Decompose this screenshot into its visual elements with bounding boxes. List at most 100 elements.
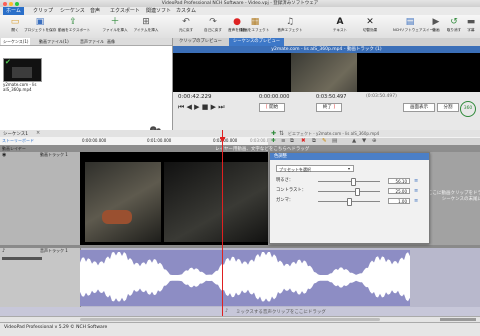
cancel-icon: ↺: [450, 17, 458, 27]
insert-file-button[interactable]: ＋ファイルを挿入: [100, 16, 130, 37]
keyframe-icon[interactable]: ≡: [414, 177, 418, 185]
media-bin: シーケンス(1) 動画ファイル(1) 音声ファイル 画像 ✔ y2mate.co…: [0, 38, 173, 139]
export-video-icon: ⇪: [69, 17, 77, 27]
tab-export[interactable]: エクスポート: [107, 7, 143, 15]
tab-sequence-preview[interactable]: シーケンスのプレビュー: [229, 38, 285, 46]
subtitle-icon: ▬: [466, 17, 476, 27]
more-icon[interactable]: ⊕: [372, 138, 377, 144]
tab-related[interactable]: 関連ソフト: [143, 7, 174, 15]
play-icon[interactable]: ▶: [194, 103, 199, 111]
keyframe-icon[interactable]: ≡: [414, 187, 418, 195]
audio-track-speaker-icon[interactable]: ♪: [2, 248, 5, 254]
video-track-header: 動画トラック 1 ◉: [0, 152, 81, 245]
audio-track-label: 音声トラック 1: [40, 248, 68, 253]
slider-knob[interactable]: [350, 178, 356, 186]
bin-tab-sequences[interactable]: シーケンス(1): [1, 38, 31, 45]
save-project-button[interactable]: ▣ プロジェクトを保存: [24, 16, 56, 37]
audio-track[interactable]: 音声トラック 1 ♪: [0, 248, 480, 307]
move-up-icon[interactable]: ▲: [352, 138, 356, 144]
bin-tab-video-files[interactable]: 動画ファイル(1): [37, 38, 71, 45]
audio-effects-button[interactable]: ♫ 音声エフェクト: [275, 16, 305, 37]
video-clip[interactable]: [80, 152, 268, 245]
adjust-row: コントラスト： 25.00 ≡: [276, 187, 424, 196]
slider-knob[interactable]: [354, 188, 360, 196]
tab-audio[interactable]: 音声: [87, 7, 103, 15]
adjust-value-field[interactable]: 1.00: [388, 197, 410, 204]
status-bar: VideoPad Professional v 5.29 © NCH Softw…: [0, 322, 480, 336]
insert-item-button[interactable]: ⊞ アイテムを挿入: [131, 16, 161, 37]
adjust-value-field[interactable]: 25.00: [388, 187, 410, 194]
close-sequence-icon[interactable]: ×: [36, 130, 40, 136]
transition-button[interactable]: ✕ 切替効果: [356, 16, 384, 37]
video-drop-hint: ここに動画クリップをドラッグ シーケンスの末尾に挿入: [428, 191, 480, 202]
delete-icon[interactable]: ✖: [301, 138, 306, 144]
start-button[interactable]: [ 開始: [259, 103, 285, 112]
add-icon[interactable]: ✚: [271, 138, 276, 144]
text-button[interactable]: A テキスト: [326, 16, 354, 37]
split-button[interactable]: 分割: [437, 103, 459, 112]
effects-toolbar: ✚ ⇅ ビエフェクト - y2mate.com - lis alS_360p.m…: [270, 130, 480, 137]
in-point-time: 0:00:00.000: [259, 94, 290, 100]
adjust-slider[interactable]: [318, 180, 380, 182]
preset-select[interactable]: プリセットを選択: [276, 165, 354, 172]
video-layer-row[interactable]: 動画レイヤー レイヤー用動画、文字などをこちらへドラッグ: [0, 145, 480, 152]
adjust-value-field[interactable]: 56.10: [388, 177, 410, 184]
scroll-thumb[interactable]: [80, 318, 380, 321]
move-down-icon[interactable]: ▼: [362, 138, 366, 144]
tab-custom[interactable]: カスタム: [173, 7, 199, 15]
audio-level-meter: [2, 257, 42, 260]
nch-suite-icon: ▤: [405, 17, 415, 27]
frame-back-icon[interactable]: ◀: [187, 103, 192, 111]
tab-clip[interactable]: クリップ: [30, 7, 56, 15]
list-icon[interactable]: ≡: [281, 138, 286, 144]
effects-caption: ビエフェクト - y2mate.com - lis alS_360p.mp4: [288, 131, 380, 136]
video-icon: ▶: [432, 17, 440, 27]
bin-tab-audio-files[interactable]: 音声ファイル: [78, 38, 106, 45]
screen-view-button[interactable]: 画面表示: [403, 103, 435, 112]
tab-clip-preview[interactable]: クリップのプレビュー: [175, 38, 226, 46]
export-video-button[interactable]: ⇪ 動画をエクスポート: [58, 16, 90, 37]
text-icon: A: [336, 17, 344, 27]
copy-icon[interactable]: ⧉: [290, 138, 294, 145]
end-button[interactable]: 終了 ]: [316, 103, 342, 112]
open-icon: ▭: [10, 17, 20, 27]
folder-icon[interactable]: ▤: [332, 138, 337, 144]
sort-icon[interactable]: ⇅: [279, 130, 284, 137]
cancel-button[interactable]: ↺ 取り消す: [444, 16, 464, 37]
zoom-slider[interactable]: [440, 318, 476, 321]
bin-tabs: シーケンス(1) 動画ファイル(1) 音声ファイル 画像: [0, 38, 172, 46]
subtitle-button[interactable]: ▬ 字幕: [462, 16, 480, 37]
skip-back-icon[interactable]: ⏮: [178, 103, 184, 111]
adjust-label: コントラスト：: [276, 188, 306, 193]
status-text: VideoPad Professional v 5.29 © NCH Softw…: [4, 325, 108, 330]
ruler-time-1: 0:01:00.000: [147, 138, 172, 143]
slider-knob[interactable]: [347, 198, 352, 206]
transition-icon: ✕: [366, 17, 374, 27]
storyboard-tab[interactable]: ストーリーボード: [2, 138, 34, 144]
audio-overlay-row[interactable]: ミックスする音声クリップをここにドラッグ ♪: [0, 307, 480, 316]
stop-icon[interactable]: ■: [202, 103, 209, 111]
skip-forward-icon[interactable]: ⏭: [218, 103, 224, 111]
color-adjust-dialog: 色調整 プリセットを選択 ▾ 明るさ： 56.10 ≡ コントラスト： 25.00 ≡ ガン…: [269, 152, 430, 244]
redo-icon: ↷: [209, 17, 217, 27]
undo-button[interactable]: ↶ 元に戻す: [172, 16, 200, 37]
nch-suite-button[interactable]: ▤ NCHソフトウェアスイート: [393, 16, 437, 37]
copy-effect-icon[interactable]: ⧉: [312, 138, 316, 145]
ruler-time-0: 0:00:00.000: [82, 138, 107, 143]
video-effects-button[interactable]: ▦ 動画をエフェクト: [239, 16, 271, 37]
video-button[interactable]: ▶ 動画: [428, 16, 444, 37]
tab-sequence[interactable]: シーケンス: [57, 7, 88, 15]
frame-forward-icon[interactable]: ▶: [211, 103, 216, 111]
adjust-slider[interactable]: [318, 190, 380, 192]
bin-tab-images[interactable]: 画像: [105, 38, 117, 45]
video-track-eye-icon[interactable]: ◉: [2, 152, 6, 158]
clip-thumbnail[interactable]: ✔: [3, 58, 42, 82]
audio-waveform[interactable]: [80, 250, 410, 306]
edit-icon[interactable]: ✎: [322, 138, 327, 144]
timeline-playhead[interactable]: [222, 130, 223, 316]
preview-title: y2mate.com - lis alS_360p.mp4 - 動画トラック (…: [173, 46, 480, 53]
add-effect-icon[interactable]: ✚: [271, 130, 276, 137]
rotate-360-button[interactable]: 360: [460, 101, 476, 117]
keyframe-icon[interactable]: ≡: [414, 197, 418, 205]
tab-home[interactable]: ホーム: [3, 7, 24, 15]
